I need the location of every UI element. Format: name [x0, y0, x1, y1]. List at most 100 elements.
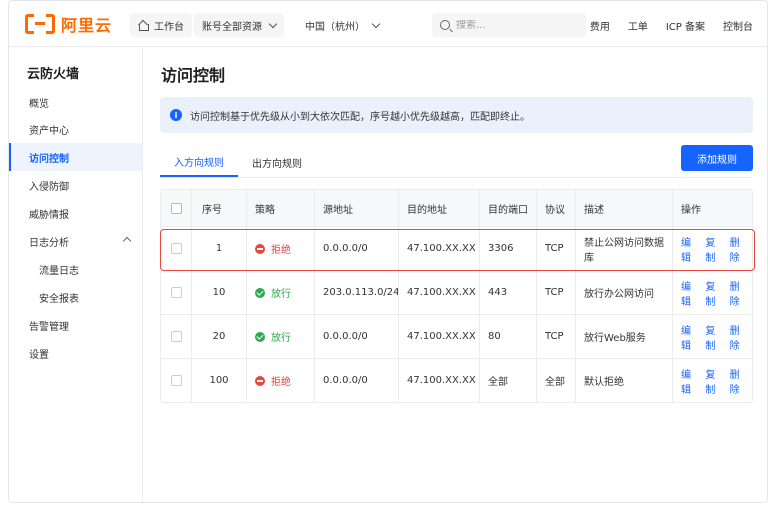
tab-outbound-rules[interactable]: 出方向规则	[238, 147, 316, 177]
header-source: 源地址	[314, 190, 398, 226]
cell-protocol: TCP	[536, 271, 575, 314]
sidebar-item-label: 资产中心	[29, 125, 69, 137]
copy-link[interactable]: 复制	[705, 278, 719, 308]
edit-link[interactable]: 编辑	[681, 234, 695, 264]
edit-link[interactable]: 编辑	[681, 366, 695, 396]
cell-destination: 47.100.XX.XX	[398, 271, 479, 314]
deny-icon	[255, 243, 265, 254]
region-selector[interactable]: 中国（杭州）	[305, 13, 381, 37]
sidebar: 云防火墙 概览 资产中心 访问控制 入侵防御 威胁情报 日志分析 流量日志 安全…	[9, 47, 143, 502]
cell-source: 0.0.0.0/0	[314, 359, 398, 402]
cell-source: 203.0.113.0/24	[314, 271, 400, 314]
top-link-icp[interactable]: ICP 备案	[666, 18, 705, 33]
cell-priority: 10	[191, 271, 246, 314]
top-links: 费用 工单 ICP 备案 控制台	[572, 13, 753, 37]
header-policy: 策略	[246, 190, 314, 226]
sidebar-item-security-reports[interactable]: 安全报表	[9, 283, 142, 311]
table-row: 20 放行 0.0.0.0/0 47.100.XX.XX 80 TCP 放行We…	[161, 314, 752, 358]
search-icon	[440, 20, 450, 30]
delete-link[interactable]: 删除	[730, 278, 744, 308]
cell-actions: 编辑 复制 删除	[672, 315, 754, 358]
cell-policy: 放行	[246, 271, 314, 314]
cell-policy: 拒绝	[246, 359, 314, 402]
cell-actions: 编辑 复制 删除	[672, 359, 754, 402]
delete-link[interactable]: 删除	[730, 366, 744, 396]
select-all-checkbox[interactable]	[170, 202, 182, 214]
sidebar-item-access-control[interactable]: 访问控制	[9, 143, 142, 171]
cell-policy: 放行	[246, 315, 314, 358]
sidebar-item-overview[interactable]: 概览	[9, 88, 142, 116]
sidebar-item-settings[interactable]: 设置	[9, 339, 142, 367]
sidebar-item-assets[interactable]: 资产中心	[9, 115, 142, 143]
tabs-divider	[160, 177, 753, 178]
aliyun-logo[interactable]: 阿里云	[25, 13, 112, 35]
edit-link[interactable]: 编辑	[681, 278, 695, 308]
row-select-cell	[161, 227, 191, 270]
cell-description: 默认拒绝	[575, 359, 672, 402]
sidebar-item-log-analysis[interactable]: 日志分析	[9, 227, 142, 255]
cell-protocol: 全部	[536, 359, 575, 402]
table-row: 1 拒绝 0.0.0.0/0 47.100.XX.XX 3306 TCP 禁止公…	[161, 226, 752, 270]
sidebar-item-traffic-logs[interactable]: 流量日志	[9, 255, 142, 283]
rules-table: 序号 策略 源地址 目的地址 目的端口 协议 描述 操作 1 拒绝 0.0.0.…	[160, 189, 753, 403]
delete-link[interactable]: 删除	[730, 322, 744, 352]
header-port: 目的端口	[479, 190, 536, 226]
cell-actions: 编辑 复制 删除	[672, 227, 754, 270]
search-input[interactable]	[456, 19, 576, 31]
delete-link[interactable]: 删除	[730, 234, 744, 264]
sidebar-item-threat-intel[interactable]: 威胁情报	[9, 199, 142, 227]
copy-link[interactable]: 复制	[705, 234, 719, 264]
cell-description: 禁止公网访问数据库	[575, 227, 672, 270]
row-select-cell	[161, 271, 191, 314]
row-checkbox[interactable]	[170, 375, 182, 386]
allow-icon	[255, 287, 265, 298]
chevron-down-icon	[268, 19, 278, 28]
row-checkbox[interactable]	[170, 243, 182, 254]
product-title: 云防火墙	[27, 67, 80, 82]
cell-port: 443	[479, 271, 536, 314]
row-checkbox[interactable]	[170, 287, 182, 298]
sidebar-item-label: 告警管理	[29, 321, 69, 333]
cell-source: 0.0.0.0/0	[314, 315, 398, 358]
global-search[interactable]	[432, 13, 586, 37]
policy-label: 放行	[271, 289, 291, 300]
cell-priority: 100	[191, 359, 246, 402]
row-checkbox[interactable]	[170, 331, 182, 342]
chevron-down-icon	[371, 19, 381, 28]
row-select-cell	[161, 359, 191, 402]
policy-label: 放行	[271, 333, 291, 344]
account-scope-dropdown[interactable]: 账号全部资源	[194, 13, 284, 37]
cell-protocol: TCP	[536, 227, 575, 270]
cell-port: 全部	[479, 359, 536, 402]
sidebar-item-label: 日志分析	[29, 237, 69, 249]
cell-port: 80	[479, 315, 536, 358]
workbench-button[interactable]: 工作台	[130, 13, 192, 37]
edit-link[interactable]: 编辑	[681, 322, 695, 352]
sidebar-item-intrusion-prevention[interactable]: 入侵防御	[9, 171, 142, 199]
header-actions: 操作	[672, 190, 754, 226]
sidebar-item-label: 安全报表	[39, 293, 79, 305]
copy-link[interactable]: 复制	[705, 366, 719, 396]
top-link-console[interactable]: 控制台	[723, 18, 753, 33]
page-title: 访问控制	[161, 66, 226, 85]
row-select-cell	[161, 315, 191, 358]
region-label: 中国（杭州）	[305, 21, 365, 33]
info-icon: i	[170, 109, 182, 121]
cell-description: 放行办公网访问	[575, 271, 672, 314]
cell-protocol: TCP	[536, 315, 575, 358]
tab-inbound-rules[interactable]: 入方向规则	[160, 147, 238, 177]
cell-actions: 编辑 复制 删除	[672, 271, 754, 314]
top-link-billing[interactable]: 费用	[590, 18, 610, 33]
allow-icon	[255, 331, 265, 342]
select-all-cell	[161, 190, 191, 226]
sidebar-item-alerts[interactable]: 告警管理	[9, 311, 142, 339]
account-scope-label: 账号全部资源	[202, 21, 262, 33]
top-navigation-bar: 阿里云 工作台 账号全部资源 中国（杭州） 费用 工单 ICP 备案 控制台	[9, 1, 767, 47]
copy-link[interactable]: 复制	[705, 322, 719, 352]
table-row: 10 放行 203.0.113.0/24 47.100.XX.XX 443 TC…	[161, 270, 752, 314]
add-rule-button[interactable]: 添加规则	[681, 145, 753, 171]
cell-destination: 47.100.XX.XX	[398, 227, 479, 270]
brand-name: 阿里云	[61, 16, 113, 35]
top-link-tickets[interactable]: 工单	[628, 18, 648, 33]
deny-icon	[255, 375, 265, 386]
